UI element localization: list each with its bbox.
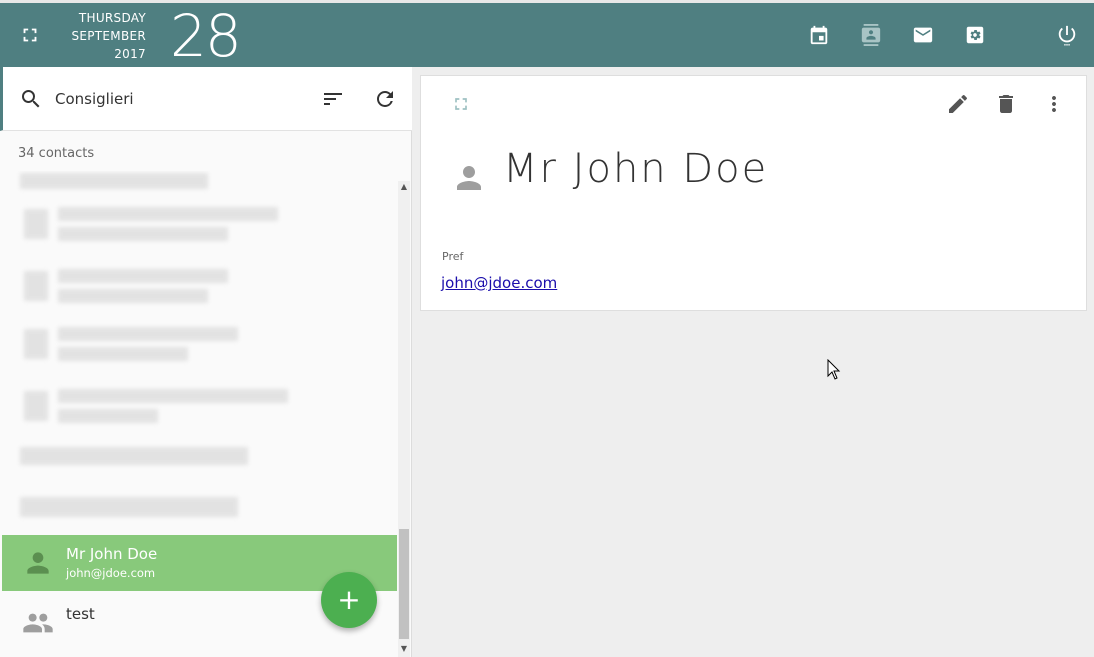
power-icon[interactable]: [1052, 20, 1082, 50]
contact-detail-panel: Mr John Doe Pref john@jdoe.com: [412, 67, 1094, 657]
contacts-icon[interactable]: [856, 20, 886, 50]
refresh-icon[interactable]: [373, 87, 397, 111]
scroll-up-arrow-icon[interactable]: ▲: [398, 181, 410, 193]
expand-icon[interactable]: [451, 94, 471, 114]
edit-icon[interactable]: [946, 92, 970, 116]
mail-icon[interactable]: [908, 20, 938, 50]
date-text: THURSDAY SEPTEMBER 2017: [60, 9, 146, 63]
contact-list-scrollbar[interactable]: ▲ ▼: [398, 181, 410, 657]
scroll-down-arrow-icon[interactable]: ▼: [398, 643, 410, 655]
mouse-cursor-icon: [827, 359, 841, 380]
search-bar: [0, 67, 412, 131]
redacted-row: [20, 321, 290, 375]
search-input[interactable]: [55, 85, 295, 113]
scroll-thumb[interactable]: [399, 529, 409, 639]
person-icon: [22, 547, 54, 579]
redacted-row: [20, 263, 290, 317]
weekday-label: THURSDAY: [78, 11, 146, 25]
sort-icon[interactable]: [321, 87, 345, 111]
contact-count: 34 contacts: [18, 146, 95, 161]
calendar-icon[interactable]: [804, 20, 834, 50]
add-contact-button[interactable]: +: [321, 572, 377, 628]
contact-full-name: Mr John Doe: [503, 146, 769, 192]
contact-name: Mr John Doe: [66, 545, 158, 563]
contact-name: test: [66, 605, 95, 623]
email-link[interactable]: john@jdoe.com: [441, 274, 557, 292]
contacts-panel: 34 contacts: [0, 67, 412, 657]
contact-card: Mr John Doe Pref john@jdoe.com: [420, 75, 1087, 311]
fullscreen-icon[interactable]: [15, 20, 45, 50]
day-number: 28: [170, 2, 242, 70]
redacted-row: [20, 439, 260, 493]
redacted-row: [20, 201, 290, 255]
top-bar: THURSDAY SEPTEMBER 2017 28: [0, 0, 1094, 70]
settings-icon[interactable]: [960, 20, 990, 50]
delete-icon[interactable]: [994, 92, 1018, 116]
group-icon: [18, 607, 58, 639]
contact-email: john@jdoe.com: [66, 566, 156, 580]
email-type-label: Pref: [442, 250, 464, 263]
search-icon: [19, 87, 43, 111]
month-label: SEPTEMBER: [71, 29, 146, 43]
year-label: 2017: [114, 47, 146, 61]
more-vert-icon[interactable]: [1042, 92, 1066, 116]
person-icon: [451, 160, 487, 196]
redacted-row: [20, 383, 300, 437]
